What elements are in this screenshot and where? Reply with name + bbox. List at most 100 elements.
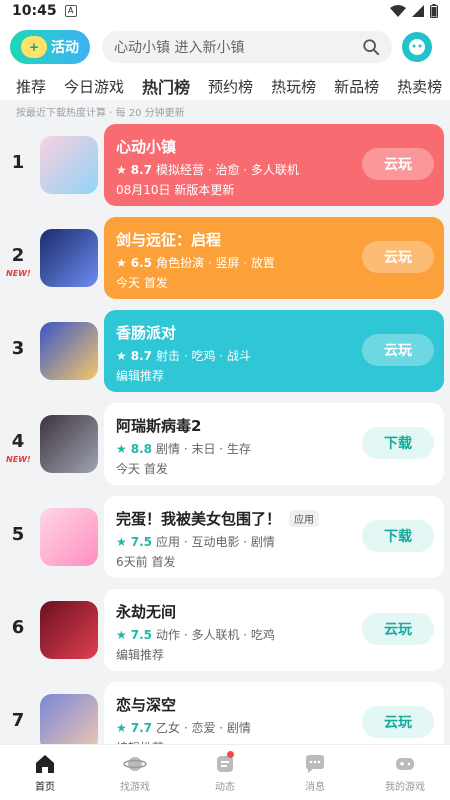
nav-item-0[interactable]: 首页 [0, 745, 90, 800]
game-tags: 剧情 · 末日 · 生存 [156, 442, 251, 456]
notification-icon: A [64, 5, 77, 17]
cloud-play-button[interactable]: 云玩 [362, 241, 434, 273]
game-subtitle: 今天 首发 [116, 462, 168, 476]
nav-item-1[interactable]: 找游戏 [90, 745, 180, 800]
search-placeholder: 心动小镇 进入新小镇 [114, 40, 245, 56]
status-bar: 10:45 A [0, 0, 450, 22]
game-subtitle: 编辑推荐 [116, 648, 165, 662]
battery-icon [430, 4, 438, 18]
game-name: 永劫无间 [116, 603, 177, 621]
game-icon[interactable] [40, 601, 98, 659]
game-name: 完蛋！我被美女包围了！ [116, 510, 282, 528]
nav-label: 我的游戏 [385, 782, 425, 793]
game-card[interactable]: 永劫无间 ★ 7.5 动作 · 多人联机 · 吃鸡 编辑推荐 云玩 [104, 589, 444, 671]
game-card[interactable]: 剑与远征：启程 ★ 6.5 角色扮演 · 竖屏 · 放置 今天 首发 云玩 [104, 217, 444, 299]
cloud-play-button[interactable]: 云玩 [362, 334, 434, 366]
nav-item-4[interactable]: 我的游戏 [360, 745, 450, 800]
app-tag: 应用 [289, 510, 320, 527]
game-tags: 角色扮演 · 竖屏 · 放置 [156, 256, 275, 270]
home-icon [36, 755, 54, 773]
game-tags: 模拟经营 · 治愈 · 多人联机 [156, 163, 299, 177]
tab-6[interactable]: 热卖榜 [397, 76, 442, 97]
game-icon[interactable] [40, 508, 98, 566]
game-icon[interactable] [40, 229, 98, 287]
game-subtitle: 今天 首发 [116, 276, 168, 290]
game-score: 7.7 [130, 720, 153, 735]
game-card[interactable]: 阿瑞斯病毒2 ★ 8.8 剧情 · 末日 · 生存 今天 首发 下载 [104, 403, 444, 485]
cloud-play-button[interactable]: 云玩 [362, 706, 434, 738]
game-score: 8.7 [130, 348, 153, 363]
activity-badge: + [21, 36, 47, 58]
list-item[interactable]: 6 永劫无间 ★ 7.5 动作 · 多人联机 · 吃鸡 编辑推荐 云玩 [0, 589, 450, 671]
new-tag: NEW! [6, 269, 31, 278]
status-time: 10:45 [12, 3, 57, 19]
game-subtitle: 6天前 首发 [116, 555, 176, 569]
game-name: 恋与深空 [116, 696, 177, 714]
activity-button[interactable]: + 活动 [10, 30, 90, 64]
list-item[interactable]: 2 NEW! 剑与远征：启程 ★ 6.5 角色扮演 · 竖屏 · 放置 今天 首… [0, 217, 450, 299]
list-item[interactable]: 3 香肠派对 ★ 8.7 射击 · 吃鸡 · 战斗 编辑推荐 云玩 [0, 310, 450, 392]
list-item[interactable]: 4 NEW! 阿瑞斯病毒2 ★ 8.8 剧情 · 末日 · 生存 今天 首发 下… [0, 403, 450, 485]
search-icon[interactable] [362, 38, 380, 56]
cloud-play-button[interactable]: 云玩 [362, 613, 434, 645]
nav-item-3[interactable]: 消息 [270, 745, 360, 800]
rank-number: 2 [11, 245, 25, 266]
rank-number: 6 [11, 617, 25, 638]
game-name: 香肠派对 [116, 324, 177, 342]
star-icon: ★ [116, 720, 127, 735]
list-item[interactable]: 1 心动小镇 ★ 8.7 模拟经营 · 治愈 · 多人联机 08月10日 新版本… [0, 124, 450, 206]
game-tags: 应用 · 互动电影 · 剧情 [156, 535, 275, 549]
tab-2[interactable]: 热门榜 [142, 74, 191, 98]
tab-4[interactable]: 热玩榜 [271, 76, 316, 97]
game-score: 8.7 [130, 162, 153, 177]
avatar[interactable] [402, 32, 432, 62]
star-icon: ★ [116, 162, 127, 177]
status-icons [390, 4, 438, 18]
planet-icon [123, 757, 147, 771]
ranking-tabs: 推荐今日游戏热门榜预约榜热玩榜新品榜热卖榜独 [0, 72, 450, 100]
game-card[interactable]: 香肠派对 ★ 8.7 射击 · 吃鸡 · 战斗 编辑推荐 云玩 [104, 310, 444, 392]
star-icon: ★ [116, 627, 127, 642]
tab-1[interactable]: 今日游戏 [64, 76, 124, 97]
nav-item-2[interactable]: 动态 [180, 745, 270, 800]
download-button[interactable]: 下载 [362, 427, 434, 459]
cloud-play-button[interactable]: 云玩 [362, 148, 434, 180]
game-icon[interactable] [40, 136, 98, 194]
game-tags: 射击 · 吃鸡 · 战斗 [156, 349, 251, 363]
game-name: 剑与远征：启程 [116, 231, 222, 249]
game-subtitle: 08月10日 新版本更新 [116, 183, 235, 197]
activity-label: 活动 [51, 40, 79, 56]
game-tags: 乙女 · 恋爱 · 剧情 [156, 721, 251, 735]
tab-0[interactable]: 推荐 [16, 76, 46, 97]
notification-dot [226, 751, 234, 758]
rank-number: 3 [11, 338, 25, 359]
nav-label: 动态 [215, 782, 235, 793]
game-icon[interactable] [40, 322, 98, 380]
game-name: 阿瑞斯病毒2 [116, 417, 202, 435]
list-note: 按最近下载热度计算 · 每 20 分钟更新 [16, 108, 185, 119]
message-icon [306, 755, 324, 773]
avatar-face-icon [409, 39, 425, 55]
search-bar[interactable]: 心动小镇 进入新小镇 [102, 31, 392, 63]
star-icon: ★ [116, 441, 127, 456]
list-item[interactable]: 5 完蛋！我被美女包围了！ 应用 ★ 7.5 应用 · 互动电影 · 剧情 6天… [0, 496, 450, 578]
nav-label: 找游戏 [120, 782, 150, 793]
game-icon[interactable] [40, 415, 98, 473]
gamepad-icon [396, 758, 414, 770]
tab-5[interactable]: 新品榜 [334, 76, 379, 97]
star-icon: ★ [116, 534, 127, 549]
game-card[interactable]: 完蛋！我被美女包围了！ 应用 ★ 7.5 应用 · 互动电影 · 剧情 6天前 … [104, 496, 444, 578]
download-button[interactable]: 下载 [362, 520, 434, 552]
tab-3[interactable]: 预约榜 [208, 76, 253, 97]
bottom-nav: 首页 找游戏 动态 消息 我的游戏 [0, 744, 450, 800]
wifi-icon [390, 5, 406, 17]
nav-label: 首页 [35, 782, 55, 793]
game-score: 7.5 [130, 534, 153, 549]
game-card[interactable]: 心动小镇 ★ 8.7 模拟经营 · 治愈 · 多人联机 08月10日 新版本更新… [104, 124, 444, 206]
game-score: 7.5 [130, 627, 153, 642]
rank-number: 4 [11, 431, 25, 452]
game-score: 6.5 [130, 255, 153, 270]
nav-label: 消息 [305, 782, 325, 793]
signal-icon [412, 5, 424, 17]
game-score: 8.8 [130, 441, 153, 456]
